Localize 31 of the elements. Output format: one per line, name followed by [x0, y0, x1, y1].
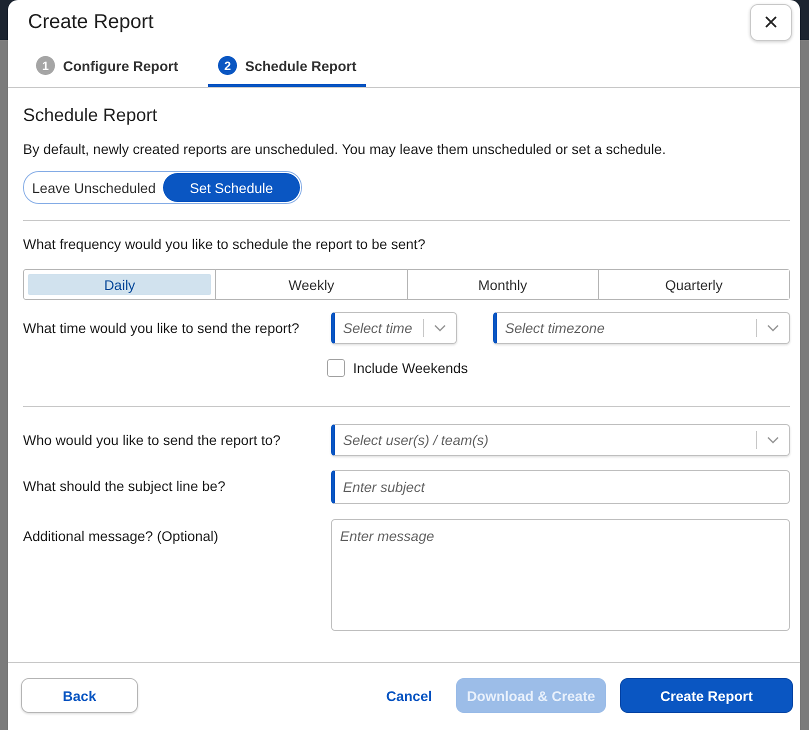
back-button[interactable]: Back	[21, 678, 138, 713]
schedule-option[interactable]: Leave Unscheduled	[25, 173, 163, 202]
time-question: What time would you like to send the report?	[23, 319, 300, 338]
chevron-down-icon	[767, 436, 779, 444]
weekends-checkbox[interactable]	[327, 359, 345, 377]
frequency-question: What frequency would you like to schedule the report to be sent?	[23, 236, 426, 252]
dialog-title: Create Report	[28, 10, 154, 34]
chevron-down-icon	[434, 324, 446, 332]
recipients-select[interactable]: Select user(s) / team(s)	[331, 424, 790, 456]
step-tab[interactable]: 2 Schedule Report	[208, 48, 366, 87]
close-button[interactable]	[750, 4, 792, 40]
subject-question: What should the subject line be?	[23, 477, 226, 496]
timezone-select[interactable]: Select timezone	[493, 312, 790, 344]
chevron-down-icon	[767, 324, 779, 332]
schedule-option[interactable]: Set Schedule	[162, 173, 300, 202]
weekends-label: Include Weekends	[353, 360, 468, 376]
create-report-button[interactable]: Create Report	[620, 678, 793, 713]
step-tab[interactable]: 1 Configure Report	[26, 48, 188, 87]
cancel-link[interactable]: Cancel	[376, 678, 442, 713]
message-field[interactable]: Enter message	[331, 519, 790, 631]
step-number: 1	[36, 56, 55, 75]
section-description: By default, newly created reports are unscheduled. You may leave them unscheduled or set a schedule.	[23, 141, 667, 157]
section-title: Schedule Report	[23, 105, 158, 126]
subject-field[interactable]: Enter subject	[331, 470, 790, 504]
step-number: 2	[218, 56, 238, 75]
frequency-option[interactable]: Quarterly	[598, 270, 789, 299]
close-icon	[765, 16, 777, 28]
message-question: Additional message? (Optional)	[23, 527, 220, 546]
time-select[interactable]: Select time	[331, 312, 457, 344]
recipients-question: Who would you like to send the report to?	[23, 431, 282, 450]
frequency-option[interactable]: Daily	[28, 274, 212, 295]
